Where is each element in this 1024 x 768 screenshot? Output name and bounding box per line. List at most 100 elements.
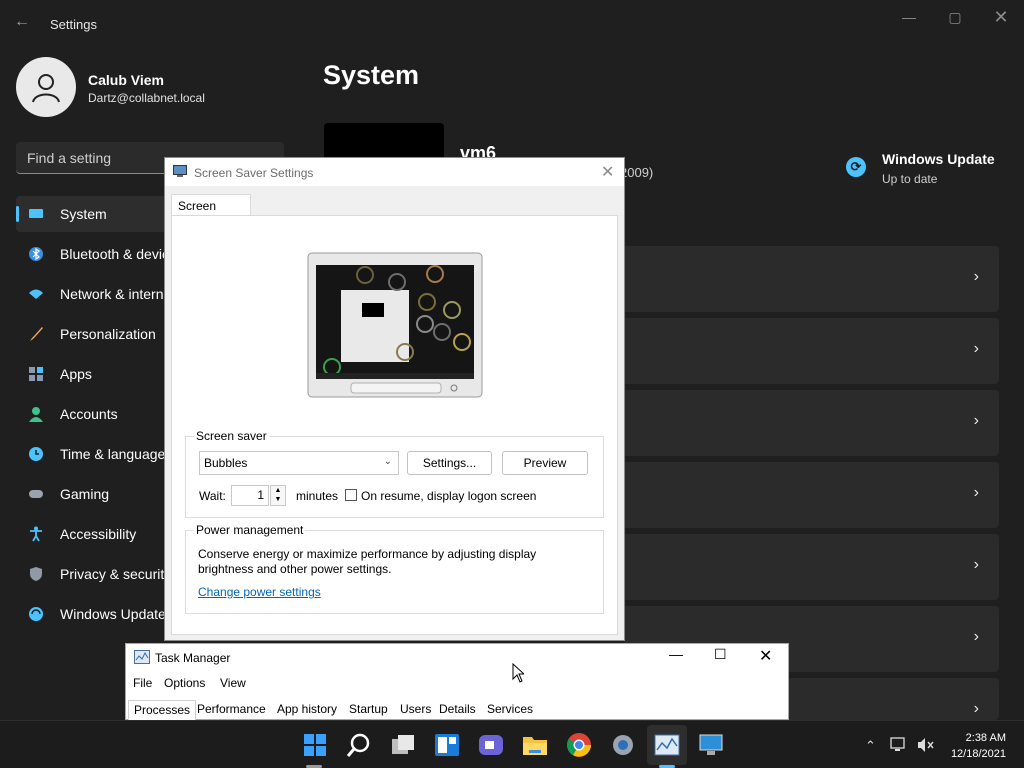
clock-date: 12/18/2021 (950, 748, 1006, 760)
preview-button[interactable]: Preview (502, 451, 588, 475)
person-icon (29, 407, 43, 422)
search-icon[interactable] (345, 731, 373, 759)
resume-checkbox[interactable] (345, 489, 357, 501)
chevron-right-icon: › (973, 268, 979, 285)
tab-users[interactable]: Users (395, 700, 436, 720)
close-icon[interactable]: ✕ (759, 646, 772, 666)
shield-icon (30, 567, 42, 581)
file-explorer-icon[interactable] (521, 731, 549, 759)
maximize-icon[interactable]: ☐ (714, 646, 727, 663)
widgets-icon[interactable] (433, 731, 461, 759)
windows-update-title[interactable]: Windows Update (882, 151, 995, 167)
settings-card[interactable]: › (624, 462, 999, 528)
maximize-icon[interactable]: ▢ (932, 6, 978, 28)
chevron-right-icon: › (973, 340, 979, 357)
tab-app-history[interactable]: App history (272, 700, 342, 720)
tab-panel: Screen saver Bubbles ⌄ Settings... Previ… (171, 215, 618, 635)
clock-time: 2:38 AM (965, 732, 1006, 744)
monitor-icon (29, 209, 43, 218)
sidebar-item-label: Network & internet (60, 286, 176, 302)
sidebar-item-label: Privacy & security (60, 566, 172, 582)
user-email: Dartz@collabnet.local (88, 91, 205, 105)
task-view-icon[interactable] (389, 731, 417, 759)
chevron-down-icon: ⌄ (383, 456, 392, 467)
settings-card[interactable]: › (624, 318, 999, 384)
chevron-right-icon: › (973, 556, 979, 573)
wait-minutes-input[interactable]: 1 (231, 485, 269, 506)
brush-icon (30, 327, 43, 341)
screen-saver-preview (307, 252, 483, 398)
sidebar-item-label: Accounts (60, 406, 118, 422)
selected-saver: Bubbles (204, 456, 248, 470)
clock-globe-icon (29, 447, 43, 461)
chevron-right-icon: › (973, 700, 979, 717)
close-icon[interactable]: ✕ (601, 162, 614, 182)
settings-card[interactable]: › (624, 390, 999, 456)
dialog-title: Screen Saver Settings (194, 166, 314, 180)
accessibility-icon (30, 526, 42, 542)
sync-icon: ⟳ (846, 157, 866, 177)
person-icon (32, 74, 60, 103)
minimize-icon[interactable]: — (886, 6, 932, 28)
group-label: Screen saver (194, 429, 269, 443)
tab-screen-saver[interactable]: Screen Saver (171, 194, 251, 227)
power-description: Conserve energy or maximize performance … (198, 547, 537, 561)
avatar[interactable] (16, 57, 76, 117)
apps-icon (29, 367, 43, 381)
taskbar: ⌃ 2:38 AM 12/18/2021 (0, 720, 1024, 768)
tab-processes[interactable]: Processes (128, 700, 197, 720)
wait-label: Wait: (199, 489, 226, 503)
menu-options[interactable]: Options (164, 676, 205, 690)
chevron-right-icon: › (973, 484, 979, 501)
close-icon[interactable]: ✕ (978, 6, 1024, 28)
settings-gear-icon[interactable] (609, 731, 637, 759)
tab-performance[interactable]: Performance (192, 700, 271, 720)
tab-details[interactable]: Details (434, 700, 481, 720)
start-icon[interactable] (301, 731, 329, 759)
screen-saver-group: Screen saver Bubbles ⌄ Settings... Previ… (185, 429, 604, 518)
sidebar-item-label: Windows Update (60, 606, 166, 622)
chevron-right-icon: › (973, 412, 979, 429)
network-icon[interactable] (890, 737, 908, 753)
sidebar-item-label: Gaming (60, 486, 110, 502)
back-arrow-icon[interactable]: ← (14, 13, 34, 33)
wait-stepper[interactable]: ▲ ▼ (270, 485, 286, 506)
sidebar-item-label: System (60, 206, 107, 222)
chevron-up-icon[interactable]: ⌃ (865, 738, 876, 754)
search-placeholder: Find a setting (27, 150, 112, 166)
screen-saver-select[interactable]: Bubbles ⌄ (199, 451, 399, 475)
settings-button[interactable]: Settings... (407, 451, 492, 475)
power-description: brightness and other power settings. (198, 562, 392, 576)
menu-file[interactable]: File (133, 676, 152, 690)
remote-desktop-icon[interactable] (697, 731, 725, 759)
settings-card[interactable]: › (624, 246, 999, 312)
volume-muted-icon[interactable] (917, 737, 935, 753)
tab-startup[interactable]: Startup (344, 700, 393, 720)
sidebar-item-label: Personalization (60, 326, 156, 342)
task-manager-icon (134, 650, 150, 664)
gamepad-icon (29, 490, 43, 498)
active-indicator (16, 206, 19, 222)
sidebar-item-label: Accessibility (60, 526, 137, 542)
page-title: System (323, 60, 420, 90)
minimize-icon[interactable]: — (669, 646, 683, 662)
power-management-group: Power management Conserve energy or maxi… (185, 523, 604, 614)
task-manager-icon[interactable] (653, 731, 681, 759)
group-label: Power management (194, 523, 306, 537)
chrome-icon[interactable] (565, 731, 593, 759)
bluetooth-icon (29, 247, 43, 261)
windows-update-status: Up to date (882, 172, 938, 186)
dialog-titlebar[interactable]: Screen Saver Settings ✕ (165, 158, 624, 186)
tab-services[interactable]: Services (482, 700, 538, 720)
menu-view[interactable]: View (220, 676, 246, 690)
resume-checkbox-label: On resume, display logon screen (361, 489, 537, 503)
wifi-icon (29, 289, 43, 299)
chevron-right-icon: › (973, 628, 979, 645)
settings-card[interactable]: › (624, 534, 999, 600)
change-power-settings-link[interactable]: Change power settings (198, 585, 321, 599)
clock[interactable]: 2:38 AM 12/18/2021 (951, 730, 1006, 762)
screen-saver-dialog: Screen Saver Settings ✕ Screen Saver (164, 157, 625, 641)
teams-chat-icon[interactable] (477, 731, 505, 759)
sidebar-item-label: Apps (60, 366, 92, 382)
wait-value: 1 (257, 488, 264, 502)
